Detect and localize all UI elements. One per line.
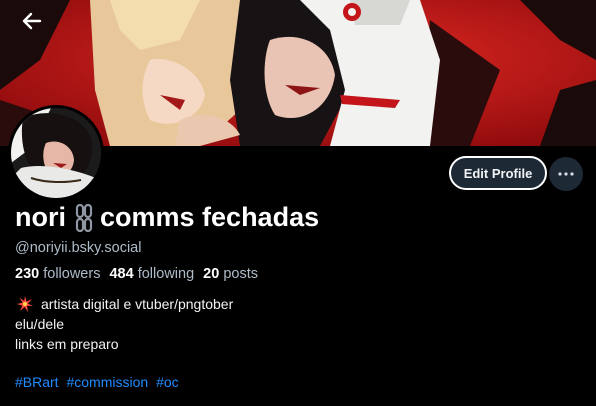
hashtag-link[interactable]: #commission bbox=[66, 374, 148, 390]
more-options-button[interactable] bbox=[549, 157, 583, 191]
followers-count: 230 bbox=[15, 266, 40, 282]
chain-link-icon bbox=[74, 203, 94, 232]
ellipsis-icon bbox=[558, 172, 574, 176]
posts-label: posts bbox=[223, 266, 259, 282]
posts-count: 20 bbox=[203, 266, 220, 282]
followers-label: followers bbox=[43, 266, 101, 282]
arrow-left-icon bbox=[22, 12, 42, 30]
bio-line-1-text: artista digital e vtuber/pngtober bbox=[41, 296, 234, 312]
back-button[interactable] bbox=[8, 4, 56, 38]
following-label: following bbox=[137, 266, 195, 282]
sparkle-icon bbox=[17, 296, 33, 312]
avatar[interactable] bbox=[8, 105, 104, 201]
display-name: nori comms fechadas bbox=[15, 202, 319, 233]
bio-line-2: elu/dele bbox=[15, 316, 65, 332]
following-link[interactable]: 484 following bbox=[109, 266, 194, 282]
edit-profile-button[interactable]: Edit Profile bbox=[449, 156, 547, 190]
bio-line-3: links em preparo bbox=[15, 336, 119, 352]
avatar-image bbox=[11, 108, 101, 198]
posts-count-item: 20 posts bbox=[203, 266, 258, 282]
profile-stats: 230 followers 484 following 20 posts bbox=[15, 266, 263, 282]
profile-bio: artista digital e vtuber/pngtober elu/de… bbox=[15, 294, 233, 354]
bio-hashtags: #BRart #commission #oc bbox=[15, 374, 183, 390]
followers-link[interactable]: 230 followers bbox=[15, 266, 100, 282]
bio-line-1: artista digital e vtuber/pngtober bbox=[15, 294, 233, 314]
display-name-suffix: comms fechadas bbox=[100, 202, 320, 232]
hashtag-link[interactable]: #oc bbox=[156, 374, 179, 390]
following-count: 484 bbox=[109, 266, 134, 282]
handle: @noriyii.bsky.social bbox=[15, 240, 142, 256]
profile-page: Edit Profile nori comms fechadas @noriyi… bbox=[0, 0, 596, 406]
hashtag-link[interactable]: #BRart bbox=[15, 374, 59, 390]
display-name-text: nori bbox=[15, 202, 66, 232]
